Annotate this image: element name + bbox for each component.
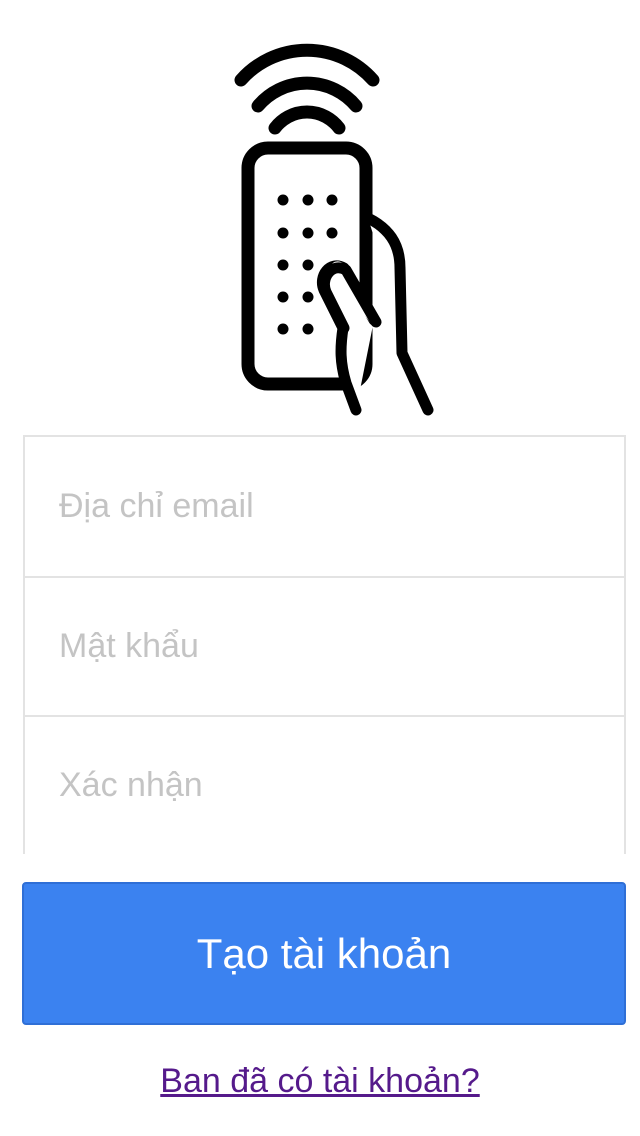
remote-control-hand-icon [228, 28, 438, 420]
password-field[interactable] [25, 576, 624, 715]
confirm-password-field[interactable] [25, 715, 624, 854]
signup-form [23, 435, 626, 854]
email-field[interactable] [25, 437, 624, 576]
create-account-button[interactable]: Tạo tài khoản [22, 882, 626, 1025]
signup-screen: Tạo tài khoản Ban đã có tài khoản? [0, 0, 640, 1136]
have-account-link[interactable]: Ban đã có tài khoản? [0, 1062, 640, 1101]
